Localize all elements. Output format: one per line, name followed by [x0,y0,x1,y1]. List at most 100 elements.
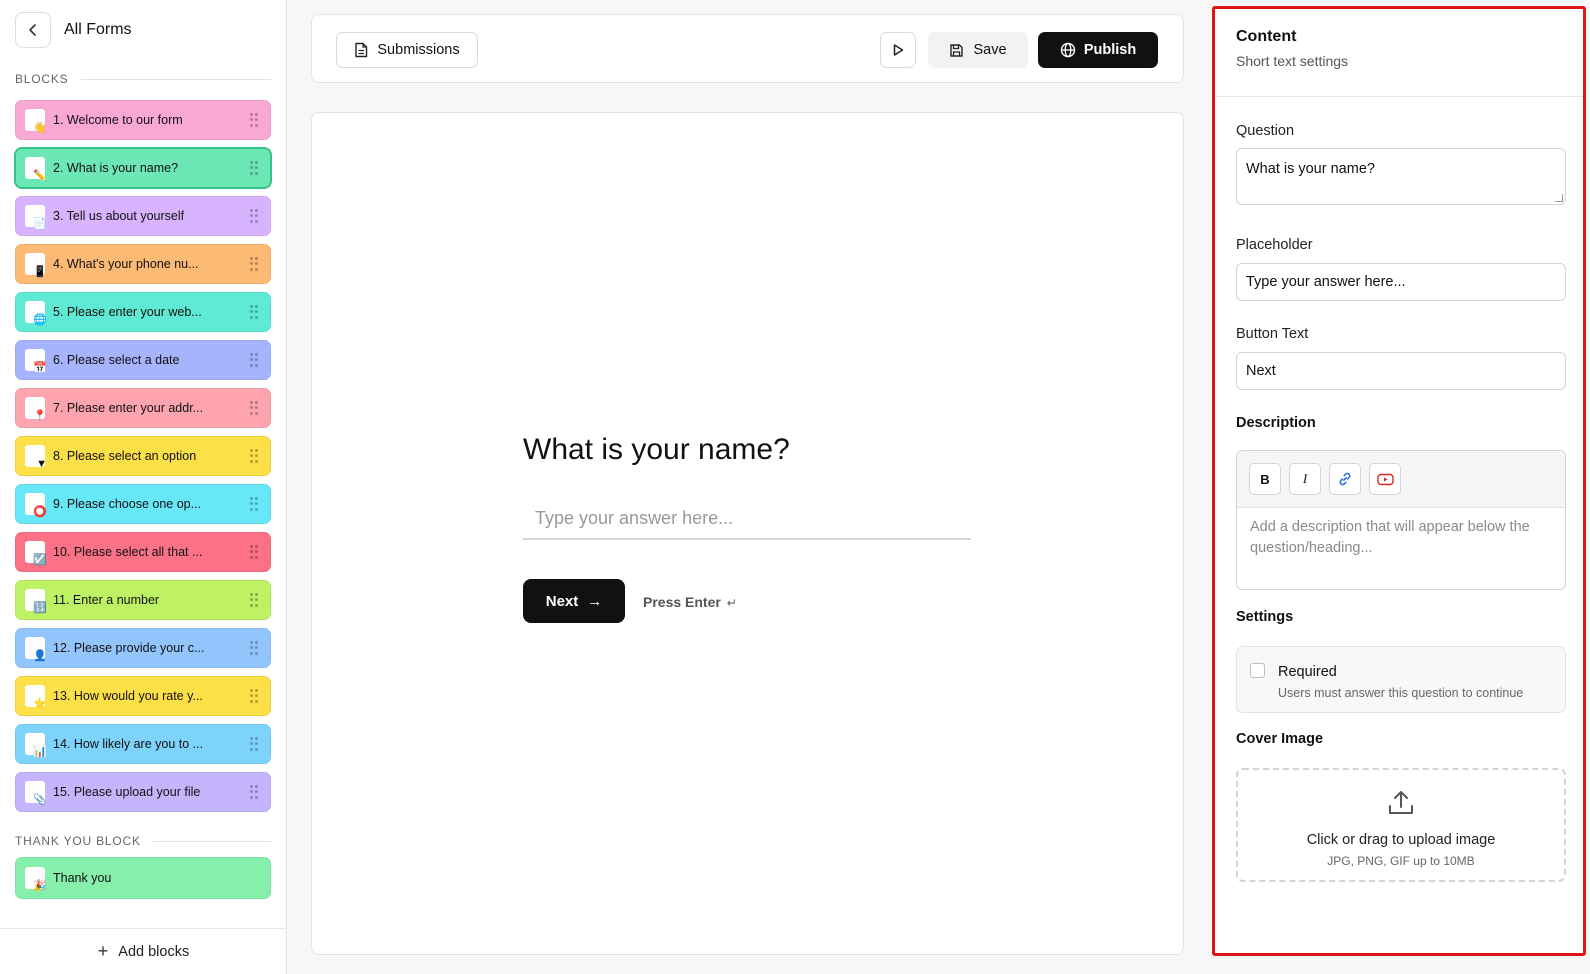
sidebar-block-item[interactable]: 📄 3. Tell us about yourself [15,196,271,236]
drag-dot [250,459,253,463]
document-icon [355,42,368,58]
cover-image-label: Cover Image [1236,731,1324,747]
drag-dot [255,411,258,415]
add-blocks-button[interactable]: + Add blocks [0,928,287,974]
blocks-sidebar: All Forms BLOCKS 👋 1. Welcome to our form… [0,0,287,974]
publish-button[interactable]: Publish [1038,32,1158,68]
youtube-icon [1376,473,1394,485]
required-description: Users must answer this question to conti… [1278,686,1524,700]
block-type-icon: ✏️ [25,157,47,182]
resize-handle-icon[interactable] [1555,194,1563,202]
block-emoji-icon: 📄 [33,218,47,230]
preview-answer-input[interactable]: Type your answer here... [523,498,971,540]
editor-toolbar: Submissions Save Publish [311,14,1184,83]
sidebar-block-item[interactable]: ⭕ 9. Please choose one op... [15,484,271,524]
preview-next-button[interactable]: Next → [523,579,625,623]
block-label: 12. Please provide your c... [53,641,205,655]
block-type-icon: 🎉 [25,867,47,892]
sidebar-block-item[interactable]: 📱 4. What's your phone nu... [15,244,271,284]
cover-image-dropzone[interactable]: Click or drag to upload image JPG, PNG, … [1236,768,1566,882]
sidebar-block-item[interactable]: 🔢 11. Enter a number [15,580,271,620]
link-button[interactable] [1329,463,1361,495]
block-type-icon: 📅 [25,349,47,374]
button-text-input[interactable]: Next [1236,352,1566,390]
block-type-icon: ⭐ [25,685,47,710]
press-enter-hint: Press Enter ↵ [643,594,737,610]
drag-dot [255,406,258,410]
press-enter-label: Press Enter [643,594,721,610]
drag-dot [255,315,258,319]
drag-dot [255,459,258,463]
drag-handle-icon[interactable] [250,497,258,511]
drag-handle-icon[interactable] [250,401,258,415]
sidebar-block-item[interactable]: ⭐ 13. How would you rate y... [15,676,271,716]
drag-handle-icon[interactable] [250,593,258,607]
drag-dot [255,262,258,266]
drag-handle-icon[interactable] [250,785,258,799]
drag-handle-icon[interactable] [250,305,258,319]
drag-dot [250,118,253,122]
block-emoji-icon: 🔢 [33,602,47,614]
drag-dot [250,411,253,415]
plus-icon: + [97,941,109,961]
required-checkbox[interactable] [1250,663,1265,678]
sidebar-block-item[interactable]: 👋 1. Welcome to our form [15,100,271,140]
next-label: Next [545,592,579,610]
save-button[interactable]: Save [928,32,1028,68]
sidebar-block-item[interactable]: 🎉 Thank you [15,857,271,899]
block-type-icon: ⭕ [25,493,47,518]
drag-dot [255,305,258,308]
drag-handle-icon[interactable] [250,545,258,559]
submissions-button[interactable]: Submissions [336,32,478,68]
drag-dot [250,401,253,404]
drag-dot [255,550,258,554]
drag-dot [250,358,253,362]
sidebar-block-item[interactable]: ☑️ 10. Please select all that ... [15,532,271,572]
block-emoji-icon: 📊 [33,746,47,758]
description-textarea[interactable]: Add a description that will appear below… [1237,508,1565,568]
bold-button[interactable]: B [1249,463,1281,495]
drag-dot [255,310,258,314]
drag-handle-icon[interactable] [250,161,258,175]
sidebar-block-item[interactable]: 🌐 5. Please enter your web... [15,292,271,332]
drag-dot [255,454,258,458]
italic-button[interactable]: I [1289,463,1321,495]
drag-dot [250,689,253,692]
question-textarea[interactable]: What is your name? [1236,148,1566,205]
drag-dot [250,545,253,548]
placeholder-input[interactable]: Type your answer here... [1236,263,1566,301]
sidebar-block-item[interactable]: ✏️ 2. What is your name? [14,147,272,189]
drag-handle-icon[interactable] [250,689,258,703]
sidebar-block-item[interactable]: 📍 7. Please enter your addr... [15,388,271,428]
preview-play-button[interactable] [880,32,916,68]
drag-handle-icon[interactable] [250,737,258,751]
sidebar-block-item[interactable]: ▼ 8. Please select an option [15,436,271,476]
youtube-button[interactable] [1369,463,1401,495]
drag-dot [255,795,258,799]
drag-dot [255,353,258,356]
drag-handle-icon[interactable] [250,353,258,367]
drag-dot [250,353,253,356]
block-label: Thank you [53,871,112,885]
drag-dot [255,651,258,655]
publish-label: Publish [1083,42,1137,58]
drag-dot [250,742,253,746]
sidebar-block-item[interactable]: 📎 15. Please upload your file [15,772,271,812]
drag-dot [250,267,253,271]
sidebar-block-item[interactable]: 📅 6. Please select a date [15,340,271,380]
drag-handle-icon[interactable] [250,449,258,463]
drag-dot [250,315,253,319]
description-label: Description [1236,415,1316,431]
save-label: Save [973,42,1007,58]
back-button[interactable] [15,12,51,48]
drag-handle-icon[interactable] [250,209,258,223]
sidebar-block-item[interactable]: 👤 12. Please provide your c... [15,628,271,668]
drag-dot [250,790,253,794]
drag-dot [250,161,253,164]
drag-handle-icon[interactable] [250,113,258,127]
drag-dot [255,598,258,602]
drag-handle-icon[interactable] [250,257,258,271]
sidebar-block-item[interactable]: 📊 14. How likely are you to ... [15,724,271,764]
drag-handle-icon[interactable] [250,641,258,655]
enter-key-icon: ↵ [726,596,737,610]
